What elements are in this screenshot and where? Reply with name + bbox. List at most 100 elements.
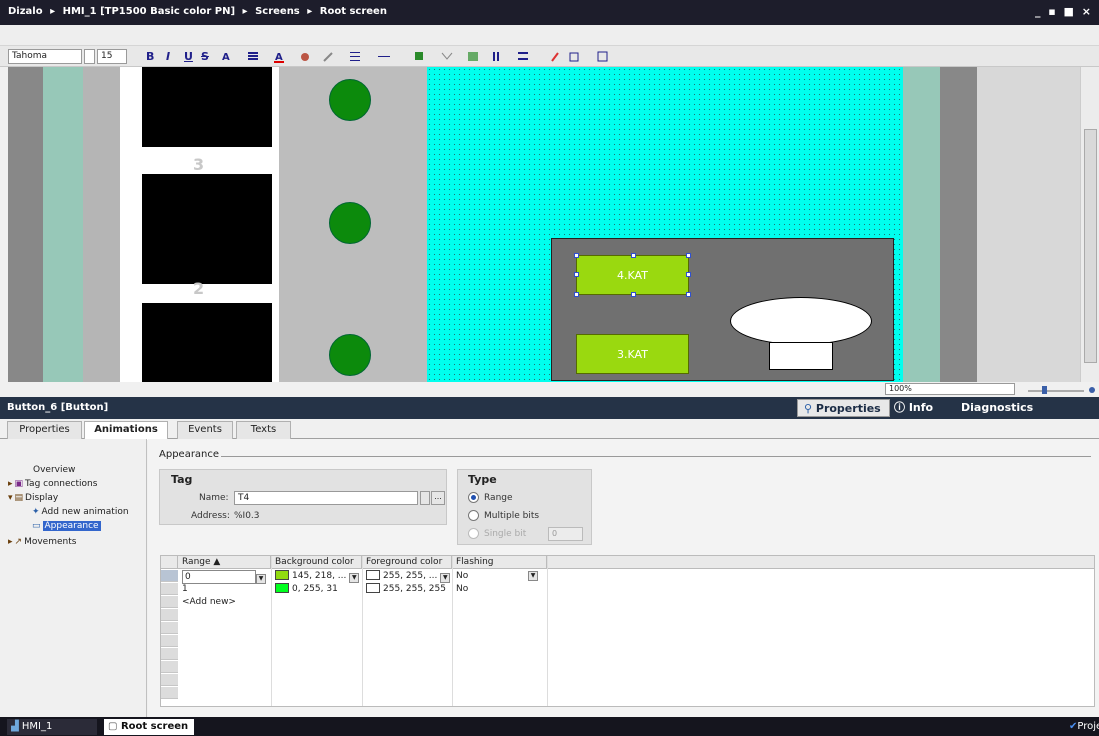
project-status[interactable]: ✔Proje	[1065, 719, 1099, 735]
color-swatch	[366, 570, 380, 580]
flashing-value: No	[456, 571, 469, 581]
taskbar-hmi[interactable]: ▟ HMI_1	[7, 719, 97, 735]
tab-events[interactable]: Events	[177, 421, 233, 439]
selection-handle[interactable]	[574, 292, 579, 297]
window-controls[interactable]: _ ▪ ■ ×	[1035, 5, 1093, 18]
nav-overview[interactable]: Overview	[33, 465, 75, 475]
inspector-tab-diagnostics[interactable]: Diagnostics	[955, 399, 1041, 417]
canvas-vertical-scrollbar[interactable]	[1080, 67, 1099, 382]
tab-properties[interactable]: Properties	[7, 421, 82, 439]
flashing-cell[interactable]: No	[452, 583, 468, 595]
expand-arrow-icon[interactable]: ▸	[8, 479, 13, 489]
hmi-device-icon: ▟	[11, 721, 22, 732]
table-row[interactable]: 0 ▼	[178, 570, 271, 584]
toolbar-icons[interactable]: A A	[220, 49, 650, 64]
properties-icon: ⚲	[804, 402, 816, 415]
dropdown-arrow-icon[interactable]: ▼	[440, 573, 451, 583]
selection-handle[interactable]	[631, 292, 636, 297]
row-header[interactable]	[161, 596, 178, 608]
breadcrumb-separator: ▸	[50, 6, 56, 17]
tag-list-button[interactable]	[420, 491, 430, 505]
inspector-tab-label: Info	[908, 401, 934, 414]
font-dialog-button[interactable]	[84, 49, 95, 64]
row-header[interactable]	[161, 570, 178, 582]
scroll-thumb[interactable]	[1084, 129, 1097, 363]
expand-arrow-icon[interactable]: ▸	[8, 537, 13, 547]
background-color-cell[interactable]: 145, 218, ... ▼	[271, 570, 362, 583]
tag-name-label: Name:	[199, 493, 229, 503]
column-header-range[interactable]: Range ▲	[178, 556, 271, 569]
foreground-color-cell[interactable]: 255, 255, 255	[362, 583, 446, 595]
zoom-slider[interactable]	[1026, 385, 1096, 395]
strikethrough-button[interactable]: S	[201, 49, 209, 64]
breadcrumb-screens[interactable]: Screens	[255, 6, 300, 17]
inspector-header: Button_6 [Button] ⚲ Properties ⓘ Info Di…	[0, 397, 1099, 419]
zoom-select[interactable]: 100%	[885, 383, 1015, 395]
background-color-cell[interactable]: 0, 255, 31	[271, 583, 338, 595]
italic-button[interactable]: I	[166, 49, 170, 64]
radio-multiple-bits[interactable]	[468, 510, 479, 521]
black-panel[interactable]	[142, 303, 272, 382]
indicator-lamp[interactable]	[329, 79, 371, 121]
nav-tag-connections[interactable]: ▸ ▣ Tag connections	[8, 479, 97, 489]
tab-animations[interactable]: Animations	[84, 421, 168, 440]
selection-handle[interactable]	[686, 272, 691, 277]
ellipse-shape[interactable]	[730, 297, 872, 345]
column-header-foreground[interactable]: Foreground color	[362, 556, 452, 569]
canvas-strip	[8, 67, 43, 382]
nav-add-new-animation[interactable]: ✦ Add new animation	[32, 507, 129, 517]
foreground-color-cell[interactable]: 255, 255, ... ▼	[362, 570, 452, 583]
dropdown-arrow-icon[interactable]: ▼	[528, 571, 538, 581]
dropdown-arrow-icon[interactable]: ▼	[256, 574, 266, 584]
breadcrumb-device[interactable]: HMI_1 [TP1500 Basic color PN]	[63, 6, 235, 17]
single-bit-spinner[interactable]: 0	[548, 527, 583, 541]
grid-area[interactable]: 4.KAT 3.KAT	[427, 67, 903, 382]
range-cell[interactable]: 1	[178, 583, 188, 595]
rectangle-shape[interactable]	[769, 342, 833, 370]
inspector-tab-info[interactable]: ⓘ Info	[888, 399, 941, 417]
tag-name-input[interactable]: T4	[234, 491, 418, 505]
selection-handle[interactable]	[574, 272, 579, 277]
collapse-arrow-icon[interactable]: ▾	[8, 493, 13, 503]
taskbar-root-screen[interactable]: ▢ Root screen	[104, 719, 194, 735]
bold-button[interactable]: B	[146, 49, 154, 64]
indicator-lamp[interactable]	[329, 334, 371, 376]
breadcrumb-project[interactable]: Dizalo	[8, 6, 43, 17]
tag-browse-button[interactable]: ...	[431, 491, 445, 505]
column-header-background[interactable]: Background color	[271, 556, 362, 569]
selection-handle[interactable]	[686, 292, 691, 297]
selection-handle[interactable]	[574, 253, 579, 258]
font-family-select[interactable]: Tahoma	[8, 49, 82, 64]
flashing-cell[interactable]: No ▼	[452, 570, 547, 582]
radio-range-label: Range	[484, 493, 513, 503]
nav-movements[interactable]: ▸ ↗ Movements	[8, 537, 76, 547]
underline-button[interactable]: U	[184, 49, 193, 64]
button-4kat[interactable]: 4.KAT	[576, 255, 689, 295]
selected-object-title: Button_6 [Button]	[7, 402, 109, 413]
inspector-tab-properties[interactable]: ⚲ Properties	[797, 399, 890, 417]
radio-single-bit[interactable]	[468, 528, 479, 539]
breadcrumb-root-screen[interactable]: Root screen	[320, 6, 387, 17]
add-new-row[interactable]: <Add new>	[178, 596, 236, 608]
selection-handle[interactable]	[631, 253, 636, 258]
elevator-panel[interactable]: 4.KAT 3.KAT	[551, 238, 894, 381]
column-header-empty	[547, 556, 1094, 569]
radio-range[interactable]	[468, 492, 479, 503]
row-header[interactable]	[161, 583, 178, 595]
tab-texts[interactable]: Texts	[236, 421, 291, 439]
font-size-select[interactable]: 15	[97, 49, 127, 64]
black-panel[interactable]	[142, 174, 272, 284]
selection-handle[interactable]	[686, 253, 691, 258]
range-input[interactable]: 0	[182, 570, 256, 584]
nav-appearance[interactable]: ▭ Appearance	[32, 521, 101, 531]
black-panel[interactable]	[142, 67, 272, 147]
dropdown-arrow-icon[interactable]: ▼	[349, 573, 360, 583]
taskbar-label: Root screen	[120, 721, 189, 732]
canvas-strip	[43, 67, 83, 382]
screen-canvas[interactable]: 3 2 4.KAT 3.KAT	[8, 67, 1087, 382]
column-header-flashing[interactable]: Flashing	[452, 556, 547, 569]
button-3kat[interactable]: 3.KAT	[576, 334, 689, 374]
nav-display[interactable]: ▾ ▤ Display	[8, 493, 58, 503]
color-value: 255, 255, 255	[383, 584, 446, 594]
indicator-lamp[interactable]	[329, 202, 371, 244]
